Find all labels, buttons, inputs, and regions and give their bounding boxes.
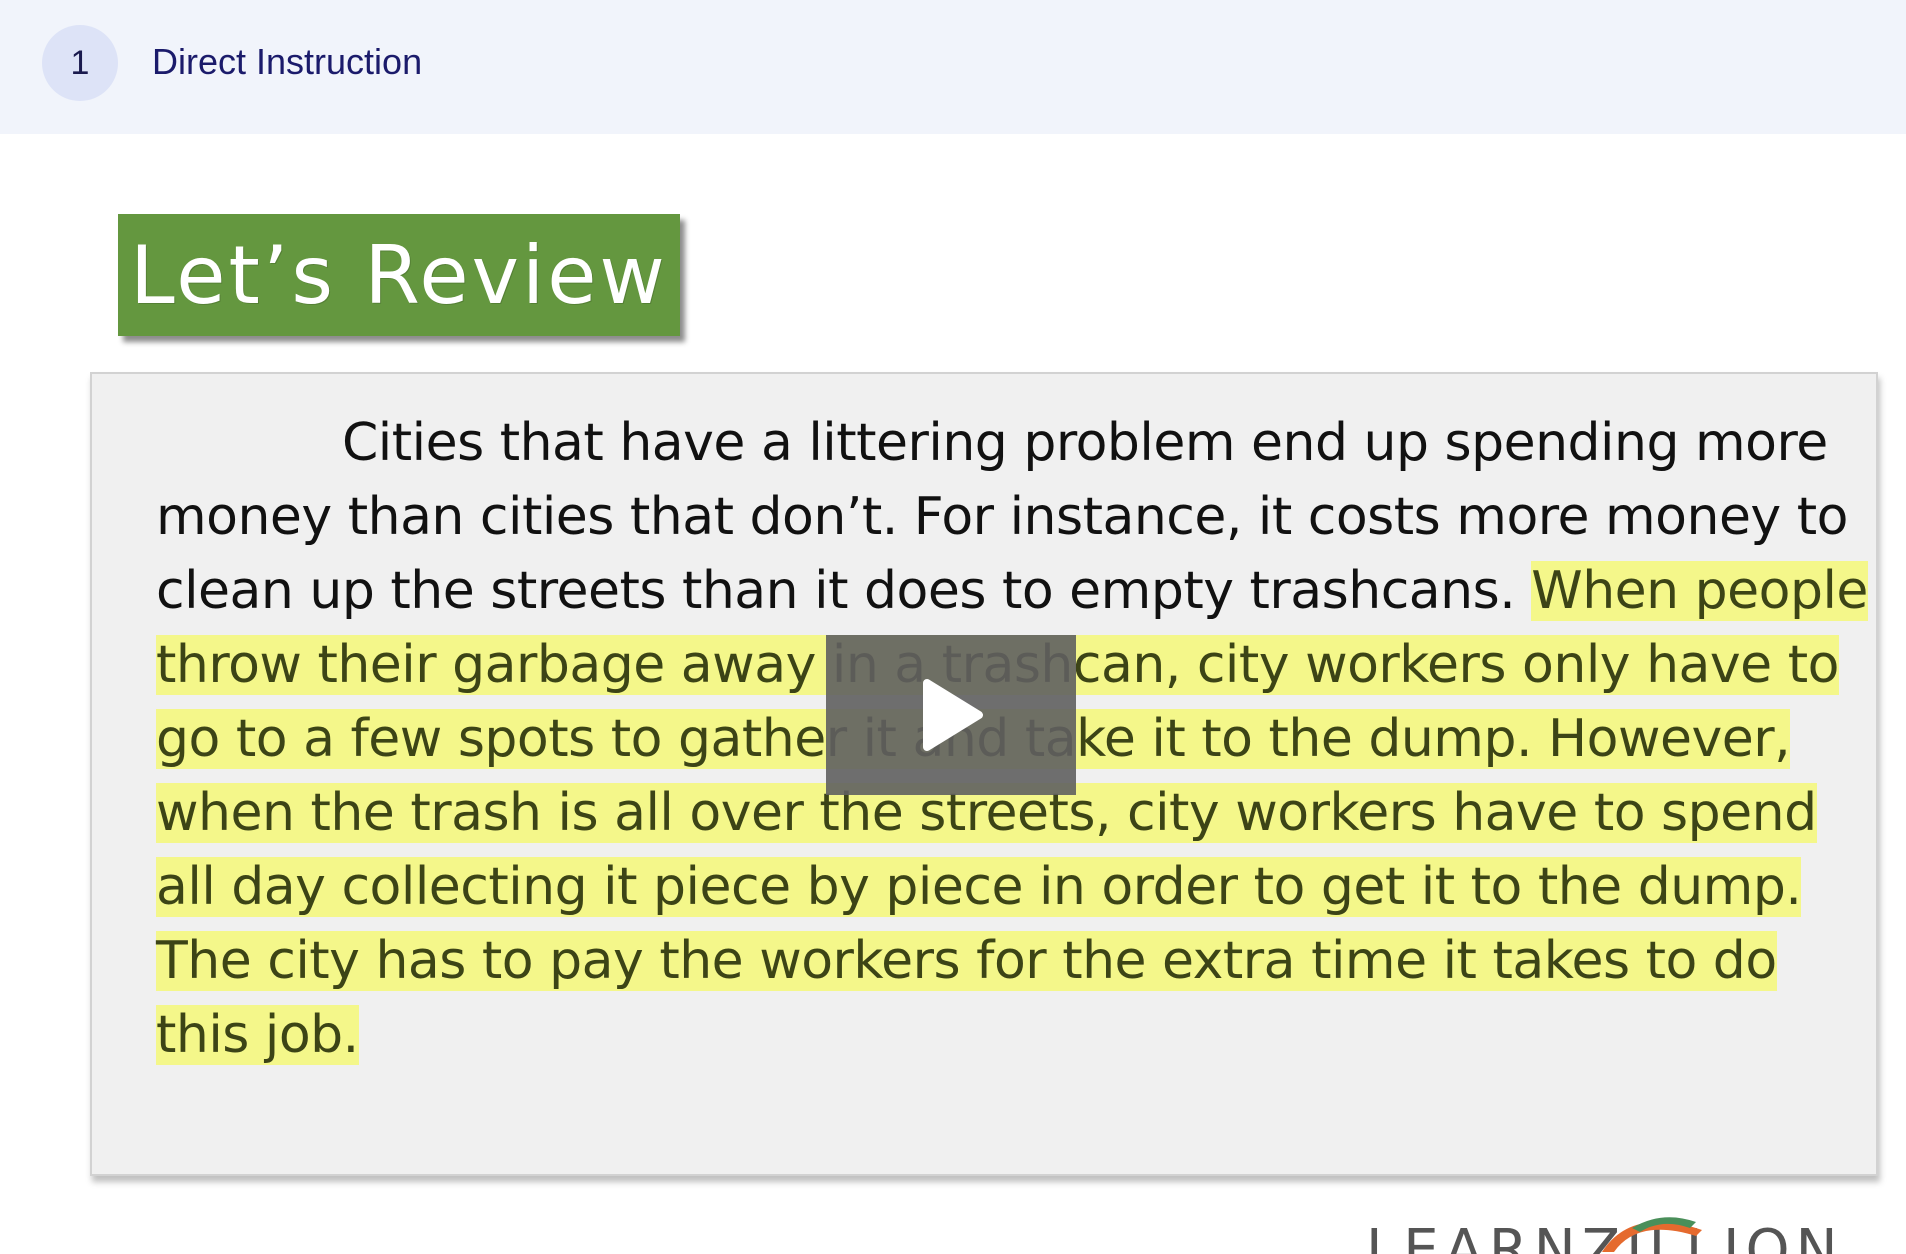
lesson-step-header: 1 Direct Instruction <box>0 0 1906 134</box>
lets-review-banner: Let’s Review <box>118 214 680 336</box>
video-player[interactable]: Let’s Review Cities that have a litterin… <box>0 134 1906 1254</box>
step-title[interactable]: Direct Instruction <box>152 38 422 86</box>
step-number-badge: 1 <box>42 25 118 101</box>
play-icon <box>923 679 983 751</box>
play-button[interactable] <box>826 635 1076 795</box>
learnzillion-logo: LEARNZILLION <box>1366 1217 1906 1254</box>
logo-swoosh-icon <box>1602 1217 1702 1252</box>
